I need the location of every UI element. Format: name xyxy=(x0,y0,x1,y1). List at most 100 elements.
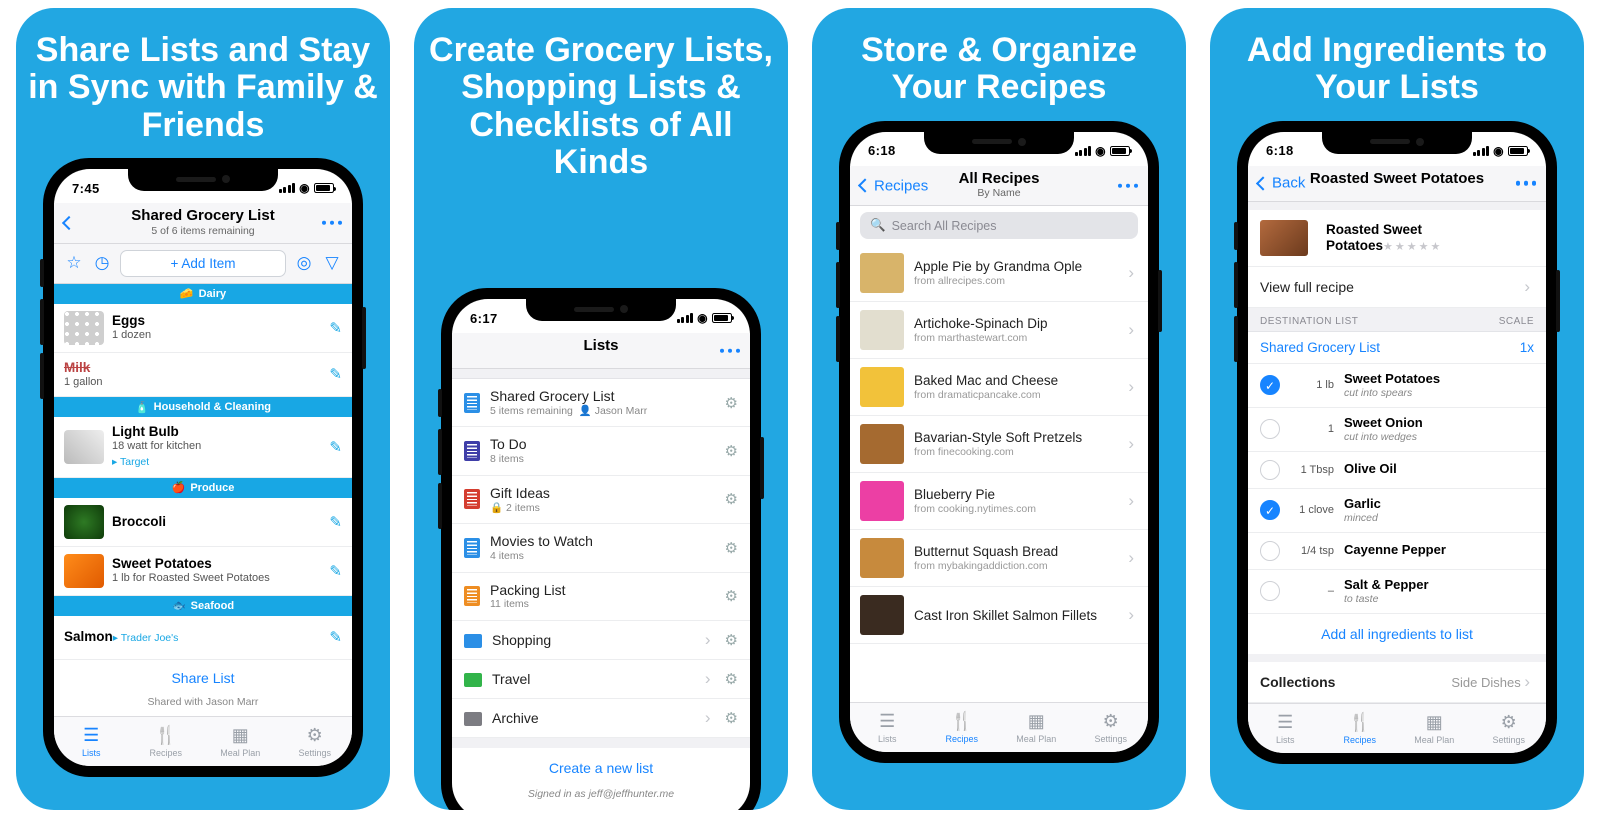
back-button[interactable]: Back xyxy=(1258,175,1305,192)
list-row[interactable]: To Do8 items ⚙ xyxy=(452,427,750,475)
collections-row[interactable]: CollectionsSide Dishes › xyxy=(1248,662,1546,703)
item-row-lightbulb[interactable]: Light Bulb18 watt for kitchen▸ Target ✎ xyxy=(54,417,352,478)
wifi-icon: ◉ xyxy=(1095,144,1106,158)
back-button[interactable]: Recipes xyxy=(860,177,928,194)
tab-settings[interactable]: ⚙Settings xyxy=(1074,703,1149,752)
gear-icon[interactable]: ⚙ xyxy=(725,587,738,605)
ingredient-checkbox[interactable] xyxy=(1260,375,1280,395)
tab-lists[interactable]: ☰Lists xyxy=(54,717,129,766)
battery-icon xyxy=(712,313,732,323)
tab-recipes[interactable]: 🍴Recipes xyxy=(925,703,1000,752)
create-new-list-button[interactable]: Create a new list xyxy=(452,748,750,788)
folder-row[interactable]: Archive › ⚙ xyxy=(452,699,750,738)
ingredient-checkbox[interactable] xyxy=(1260,500,1280,520)
ingredient-checkbox[interactable] xyxy=(1260,581,1280,601)
status-time: 7:45 xyxy=(72,181,100,196)
wifi-icon: ◉ xyxy=(697,311,708,325)
phone-mock-1: 7:45 ◉ Shared Grocery List 5 of 6 items … xyxy=(43,158,363,776)
list-row[interactable]: Packing List11 items ⚙ xyxy=(452,573,750,621)
chevron-right-icon: › xyxy=(705,630,711,650)
list-icon xyxy=(464,586,480,606)
folder-icon xyxy=(464,634,482,648)
edit-icon[interactable]: ✎ xyxy=(329,365,342,383)
list-icon: ☰ xyxy=(1277,712,1293,733)
edit-icon[interactable]: ✎ xyxy=(329,438,342,456)
folder-row[interactable]: Shopping › ⚙ xyxy=(452,621,750,660)
share-list-button[interactable]: Share List xyxy=(54,660,352,696)
gear-icon[interactable]: ⚙ xyxy=(725,490,738,508)
ingredient-checkbox[interactable] xyxy=(1260,460,1280,480)
list-row[interactable]: Movies to Watch4 items ⚙ xyxy=(452,524,750,572)
ingredient-row[interactable]: 1/4 tsp Cayenne Pepper xyxy=(1248,533,1546,570)
chevron-right-icon: › xyxy=(1128,491,1134,511)
ingredient-checkbox[interactable] xyxy=(1260,419,1280,439)
more-button[interactable] xyxy=(322,221,343,226)
list-row[interactable]: Shared Grocery List5 items remaining 👤 J… xyxy=(452,379,750,427)
add-item-button[interactable]: + Add Item xyxy=(120,250,286,277)
gear-icon[interactable]: ⚙ xyxy=(725,394,738,412)
signal-icon xyxy=(1473,146,1490,156)
ingredient-row[interactable]: 1 clove Garlicminced xyxy=(1248,489,1546,533)
recipe-row[interactable]: Apple Pie by Grandma Oplefrom allrecipes… xyxy=(850,245,1148,302)
ingredient-row[interactable]: 1 Sweet Onioncut into wedges xyxy=(1248,408,1546,452)
search-input[interactable]: 🔍Search All Recipes xyxy=(860,212,1138,239)
folder-row[interactable]: Travel › ⚙ xyxy=(452,660,750,699)
tab-mealplan[interactable]: ▦Meal Plan xyxy=(1397,704,1472,753)
recipe-row[interactable]: Baked Mac and Cheesefrom dramaticpancake… xyxy=(850,359,1148,416)
tab-lists[interactable]: ☰Lists xyxy=(1248,704,1323,753)
item-row-eggs[interactable]: Eggs1 dozen ✎ xyxy=(54,304,352,353)
add-all-ingredients-button[interactable]: Add all ingredients to list xyxy=(1248,614,1546,662)
recipe-row[interactable]: Butternut Squash Breadfrom mybakingaddic… xyxy=(850,530,1148,587)
more-button[interactable] xyxy=(720,348,741,353)
view-full-recipe-button[interactable]: View full recipe› xyxy=(1248,267,1546,308)
destination-row[interactable]: Shared Grocery List1x xyxy=(1248,332,1546,364)
tab-settings[interactable]: ⚙Settings xyxy=(1472,704,1547,753)
eye-icon[interactable]: ◎ xyxy=(294,253,314,273)
more-button[interactable] xyxy=(1118,183,1139,188)
edit-icon[interactable]: ✎ xyxy=(329,562,342,580)
back-button[interactable] xyxy=(64,218,76,228)
edit-icon[interactable]: ✎ xyxy=(329,513,342,531)
gear-icon[interactable]: ⚙ xyxy=(725,631,738,649)
recipe-row[interactable]: Blueberry Piefrom cooking.nytimes.com › xyxy=(850,473,1148,530)
recipe-header-row: Roasted Sweet Potatoes★★★★★ xyxy=(1248,210,1546,267)
edit-icon[interactable]: ✎ xyxy=(329,319,342,337)
chevron-right-icon: › xyxy=(1524,672,1530,691)
recipe-row[interactable]: Artichoke-Spinach Dipfrom marthastewart.… xyxy=(850,302,1148,359)
promo-panel-4: Add Ingredients to Your Lists 6:18 ◉ Bac… xyxy=(1210,8,1584,810)
list-row[interactable]: Gift Ideas🔒 2 items ⚙ xyxy=(452,476,750,524)
recent-icon[interactable]: ◷ xyxy=(92,253,112,273)
gear-icon[interactable]: ⚙ xyxy=(725,709,738,727)
gear-icon[interactable]: ⚙ xyxy=(725,539,738,557)
item-row-milk[interactable]: Milk1 gallon ✎ xyxy=(54,353,352,397)
ingredient-row[interactable]: – Salt & Pepperto taste xyxy=(1248,570,1546,614)
star-icon[interactable]: ☆ xyxy=(64,253,84,273)
gear-icon[interactable]: ⚙ xyxy=(725,670,738,688)
ingredient-qty: – xyxy=(1290,585,1334,597)
item-row-broccoli[interactable]: Broccoli ✎ xyxy=(54,498,352,547)
edit-icon[interactable]: ✎ xyxy=(329,628,342,646)
gear-icon[interactable]: ⚙ xyxy=(725,442,738,460)
filter-icon[interactable]: ▽ xyxy=(322,253,342,273)
tab-settings[interactable]: ⚙Settings xyxy=(278,717,353,766)
chevron-left-icon xyxy=(62,216,76,230)
ingredient-row[interactable]: 1 Tbsp Olive Oil xyxy=(1248,452,1546,489)
more-button[interactable] xyxy=(1516,181,1537,186)
ingredient-row[interactable]: 1 lb Sweet Potatoescut into spears xyxy=(1248,364,1546,408)
tab-mealplan[interactable]: ▦Meal Plan xyxy=(203,717,278,766)
tab-mealplan[interactable]: ▦Meal Plan xyxy=(999,703,1074,752)
recipe-row[interactable]: Bavarian-Style Soft Pretzelsfrom finecoo… xyxy=(850,416,1148,473)
tab-recipes[interactable]: 🍴Recipes xyxy=(1323,704,1398,753)
tab-recipes[interactable]: 🍴Recipes xyxy=(129,717,204,766)
shared-with-label: Shared with Jason Marr xyxy=(54,696,352,716)
recipe-row[interactable]: Cast Iron Skillet Salmon Fillets › xyxy=(850,587,1148,644)
tab-bar: ☰Lists 🍴Recipes ▦Meal Plan ⚙Settings xyxy=(850,702,1148,752)
notch xyxy=(128,169,278,191)
ingredient-checkbox[interactable] xyxy=(1260,541,1280,561)
notch xyxy=(924,132,1074,154)
tab-lists[interactable]: ☰Lists xyxy=(850,703,925,752)
item-row-salmon[interactable]: Salmon▸ Trader Joe's ✎ xyxy=(54,616,352,660)
nav-subtitle: 5 of 6 items remaining xyxy=(64,225,342,237)
item-row-sweet-potatoes[interactable]: Sweet Potatoes1 lb for Roasted Sweet Pot… xyxy=(54,547,352,596)
status-time: 6:18 xyxy=(1266,143,1294,158)
